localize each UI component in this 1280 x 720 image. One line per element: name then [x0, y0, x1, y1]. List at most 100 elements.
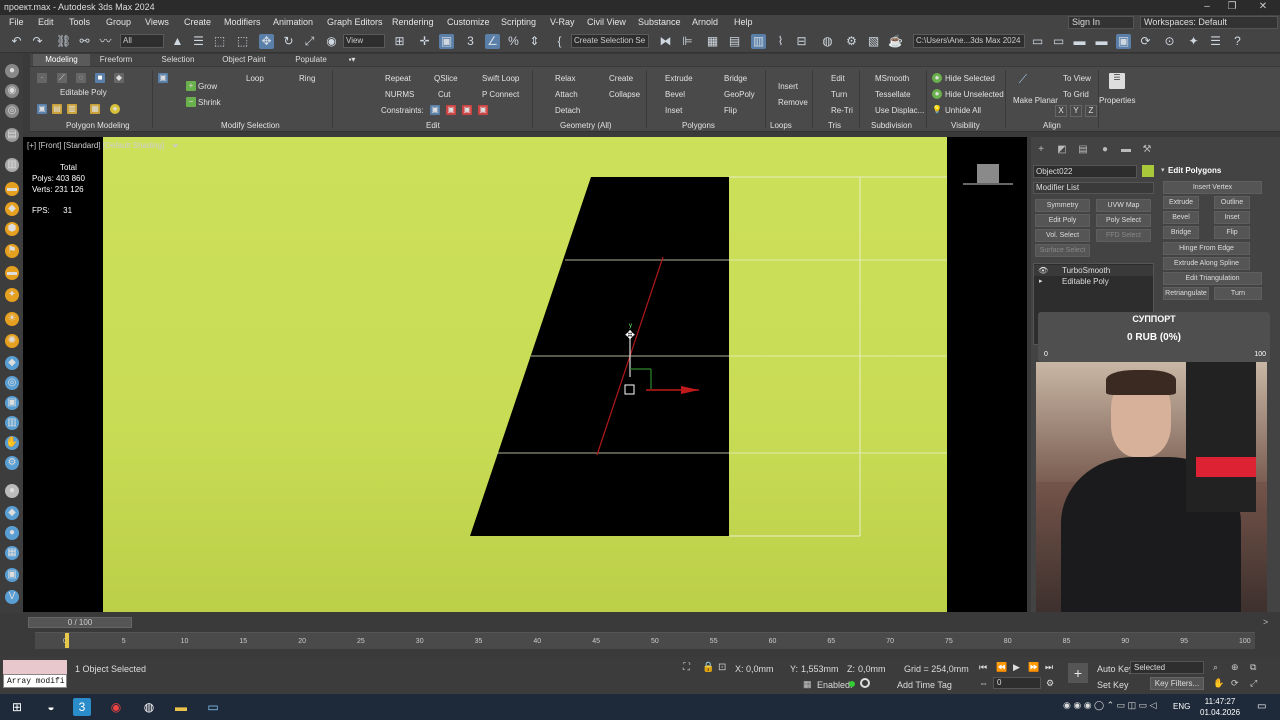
vray-light-icon[interactable]: ◆ — [5, 506, 19, 520]
light-icon[interactable]: ☀ — [5, 312, 19, 326]
select-manipulate-icon[interactable]: ✛ — [417, 34, 432, 49]
bridge-button[interactable]: Bridge — [724, 74, 747, 83]
ring-button[interactable]: Ring — [299, 74, 315, 83]
symmetry-button[interactable]: Symmetry — [1035, 199, 1090, 212]
reference-coordinate-dropdown[interactable]: View — [343, 34, 385, 48]
vertex-mode-icon[interactable]: · — [37, 73, 47, 83]
properties-icon[interactable]: ☰ — [1109, 73, 1125, 89]
show-cage-icon[interactable]: ▤ — [52, 104, 62, 114]
percent-snap-icon[interactable]: % — [506, 34, 521, 49]
swift-loop-button[interactable]: Swift Loop — [482, 74, 519, 83]
retri-button[interactable]: Re-Tri — [831, 106, 853, 115]
current-time-marker[interactable] — [65, 633, 69, 648]
menu-animation[interactable]: Animation — [273, 17, 313, 27]
stack-item-turbosmooth[interactable]: 👁 TurboSmooth — [1034, 265, 1153, 276]
edit-polygons-title[interactable]: Edit Polygons — [1168, 166, 1221, 175]
vray-camera-icon[interactable]: ● — [5, 526, 19, 540]
menu-arnold[interactable]: Arnold — [692, 17, 718, 27]
absolute-mode-icon[interactable]: ⊡ — [718, 662, 726, 673]
grow-icon[interactable]: + — [186, 81, 196, 91]
loop-button[interactable]: Loop — [246, 74, 264, 83]
time-tag-icon[interactable] — [860, 678, 870, 688]
angle-snap-icon[interactable]: ∠ — [485, 34, 500, 49]
make-planar-icon[interactable]: ⟋ — [1016, 73, 1030, 88]
camera-icon[interactable]: ✺ — [5, 334, 19, 348]
menu-group[interactable]: Group — [106, 17, 131, 27]
z-coordinate[interactable]: 0,0mm — [858, 664, 886, 674]
tessellate-button[interactable]: Tessellate — [875, 90, 911, 99]
vray-logo-icon[interactable]: V — [5, 590, 19, 604]
align-z-button[interactable]: Z — [1085, 105, 1097, 117]
constraint-none-icon[interactable]: ▣ — [430, 105, 440, 115]
viewport-scene[interactable]: y ✥ — [103, 137, 947, 612]
maximize-viewport-icon[interactable]: ⤢ — [1250, 678, 1257, 689]
align-y-button[interactable]: Y — [1070, 105, 1082, 117]
to-view-button[interactable]: To View — [1063, 74, 1091, 83]
lock-icon[interactable]: 🔒 — [702, 662, 714, 673]
spacewarp-icon[interactable]: ✦ — [5, 288, 19, 302]
collapse-rollout-icon[interactable]: ▾ — [1161, 166, 1165, 174]
tab-selection[interactable]: Selection — [152, 54, 204, 66]
auto-key-button[interactable]: Auto Key — [1097, 664, 1134, 674]
geometry-icon[interactable]: ◉ — [5, 84, 19, 98]
hinge-from-edge-button[interactable]: Hinge From Edge — [1163, 242, 1250, 255]
help-icon[interactable]: ? — [1230, 34, 1245, 49]
pivot-center-icon[interactable]: ⊞ — [392, 34, 407, 49]
x-coordinate[interactable]: 0,0mm — [746, 664, 774, 674]
object-color-swatch[interactable] — [1142, 165, 1154, 177]
particle-icon[interactable]: ◎ — [5, 376, 19, 390]
turn-button[interactable]: Turn — [831, 90, 847, 99]
search-icon[interactable]: ⊙ — [1162, 34, 1177, 49]
constraint-edge-icon[interactable]: ▣ — [446, 105, 456, 115]
tab-modeling[interactable]: Modeling — [33, 54, 90, 66]
cut-button[interactable]: Cut — [438, 90, 450, 99]
next-frame-icon[interactable]: ⏩ — [1028, 662, 1039, 673]
insert-loop-button[interactable]: Insert — [778, 82, 798, 91]
to-grid-button[interactable]: To Grid — [1063, 90, 1089, 99]
modifier-list-dropdown[interactable]: Modifier List — [1033, 182, 1154, 194]
msmooth-button[interactable]: MSmooth — [875, 74, 909, 83]
polygon-mode-icon[interactable]: ■ — [95, 73, 105, 83]
selection-icon[interactable]: ▣ — [158, 73, 168, 83]
retriangulate-button[interactable]: Retriangulate — [1163, 287, 1209, 300]
hide-unselected-button[interactable]: Hide Unselected — [945, 90, 1004, 99]
material-editor-icon[interactable]: ◍ — [820, 34, 835, 49]
menu-civil-view[interactable]: Civil View — [587, 17, 626, 27]
object-name-field[interactable]: Object022 — [1033, 165, 1137, 178]
close-button[interactable]: ✕ — [1253, 1, 1273, 14]
pan-icon[interactable]: ✋ — [1213, 678, 1224, 689]
nurms-button[interactable]: NURMS — [385, 90, 414, 99]
grow-button[interactable]: Grow — [198, 82, 217, 91]
poly-select-button[interactable]: Poly Select — [1096, 214, 1151, 227]
polygon-modeling-group-label[interactable]: Polygon Modeling — [66, 121, 130, 130]
menu-scripting[interactable]: Scripting — [501, 17, 536, 27]
snaps-toggle-icon[interactable]: 3 — [463, 34, 478, 49]
unhide-all-button[interactable]: Unhide All — [945, 106, 981, 115]
prev-frame-icon[interactable]: ⏪ — [996, 662, 1007, 673]
bridge-cmd-button[interactable]: Bridge — [1163, 226, 1199, 239]
chrome-icon[interactable]: ◉ — [107, 698, 125, 716]
edit-poly-button[interactable]: Edit Poly — [1035, 214, 1090, 227]
start-icon[interactable]: ⊞ — [8, 698, 26, 716]
project-folder-icon[interactable]: ▭ — [1030, 34, 1045, 49]
shrink-button[interactable]: Shrink — [198, 98, 221, 107]
geometry-group-label[interactable]: Geometry (All) — [560, 121, 612, 130]
project-path[interactable]: C:\Users\Ane...3ds Max 2024 — [913, 34, 1025, 48]
toggle-layer-explorer-icon[interactable]: ▤ — [727, 34, 742, 49]
extrude-cmd-button[interactable]: Extrude — [1163, 196, 1199, 209]
eye-icon[interactable]: 👁 — [1038, 265, 1048, 276]
play-icon[interactable]: ▶ — [1013, 662, 1020, 673]
menu-create[interactable]: Create — [184, 17, 211, 27]
maxscript-input[interactable]: Array modifi — [3, 674, 67, 688]
pconnect-button[interactable]: P Connect — [482, 90, 519, 99]
remove-loop-button[interactable]: Remove — [778, 98, 808, 107]
plugin-icon[interactable]: ✦ — [1186, 34, 1201, 49]
viewcube-face[interactable] — [977, 164, 999, 184]
align-icon[interactable]: ⊫ — [680, 34, 695, 49]
maximize-button[interactable]: ❐ — [1222, 1, 1242, 14]
create-panel-icon[interactable]: ● — [5, 64, 19, 78]
modifier-icon[interactable]: ▦ — [90, 104, 100, 114]
compound-icon[interactable]: ▣ — [5, 396, 19, 410]
edit-named-selection-icon[interactable]: { — [552, 34, 567, 49]
relax-button[interactable]: Relax — [555, 74, 575, 83]
